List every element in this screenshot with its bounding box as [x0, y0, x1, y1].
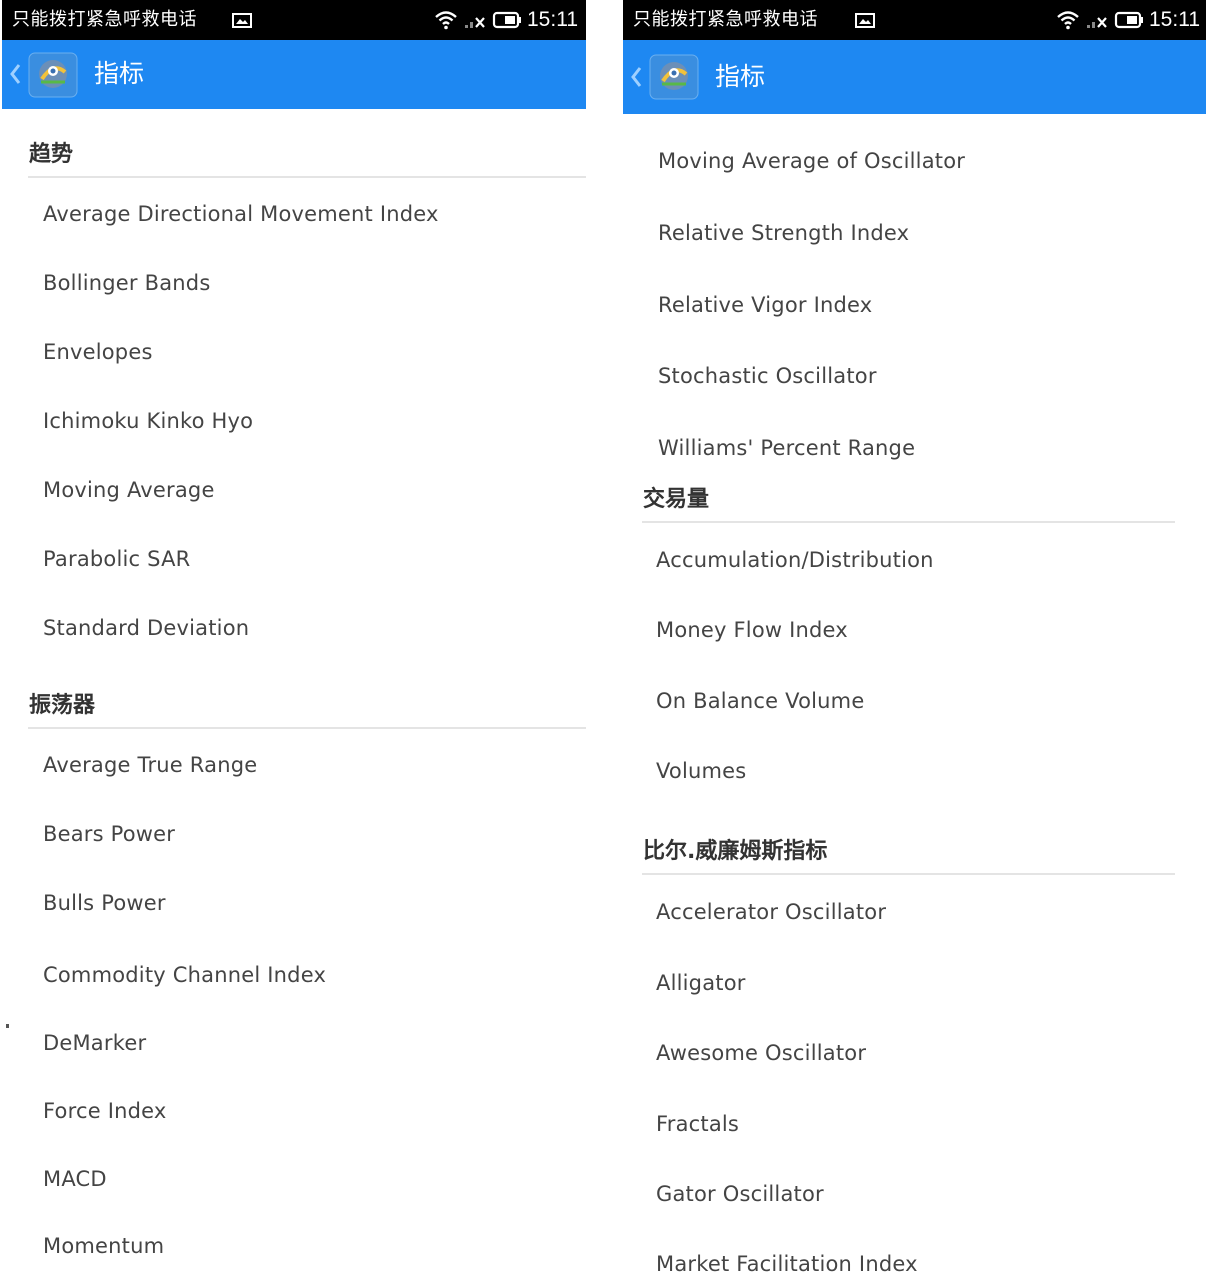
list-item[interactable]: Envelopes [43, 327, 586, 377]
list-item[interactable]: Force Index [43, 1086, 586, 1136]
list-item[interactable]: Bears Power [43, 809, 586, 859]
list-item-label: Market Facilitation Index [656, 1252, 918, 1276]
list-item-label: Accelerator Oscillator [656, 900, 887, 924]
carrier-text: 只能拨打紧急呼救电话 [12, 9, 197, 30]
list-item-label: Moving Average [43, 478, 215, 502]
list-item-label: Bollinger Bands [43, 271, 211, 295]
list-item[interactable]: Parabolic SAR [43, 534, 586, 584]
back-chevron-icon[interactable] [629, 65, 643, 89]
list-item[interactable]: On Balance Volume [656, 676, 1175, 726]
list-item[interactable]: Ichimoku Kinko Hyo [43, 396, 586, 446]
back-chevron-icon[interactable] [8, 62, 22, 86]
list-item[interactable]: Commodity Channel Index [43, 950, 586, 1000]
wifi-icon [435, 11, 457, 30]
metatrader-app-icon[interactable] [28, 52, 78, 98]
list-item-label: Moving Average of Oscillator [658, 149, 966, 173]
list-item-label: Bulls Power [43, 891, 166, 915]
battery-icon [1114, 11, 1143, 29]
list-item[interactable]: Money Flow Index [656, 605, 1175, 655]
list-item[interactable]: Awesome Oscillator [656, 1028, 1175, 1078]
list-item[interactable]: Market Facilitation Index [656, 1239, 1175, 1279]
list-item-label: Accumulation/Distribution [656, 548, 934, 572]
section-title: 比尔.威廉姆斯指标 [643, 839, 828, 864]
section-title: 振荡器 [29, 693, 96, 718]
list-item-label: On Balance Volume [656, 689, 865, 713]
list-item[interactable]: Stochastic Oscillator [658, 351, 1175, 401]
list-item-label: Relative Vigor Index [658, 293, 873, 317]
list-item[interactable]: Accumulation/Distribution [656, 535, 1175, 585]
list-item-label: MACD [43, 1167, 107, 1191]
wifi-icon [1057, 11, 1079, 30]
list-item[interactable]: Moving Average [43, 465, 586, 515]
list-item-label: Alligator [656, 971, 746, 995]
list-item[interactable]: Momentum [43, 1221, 586, 1271]
page-title: 指标 [94, 59, 145, 88]
list-item[interactable]: Gator Oscillator [656, 1169, 1175, 1219]
battery-icon [492, 11, 521, 29]
list-item[interactable]: Fractals [656, 1099, 1175, 1149]
signal-icon [1087, 17, 1107, 28]
list-item-label: Stochastic Oscillator [658, 364, 877, 388]
list-item[interactable]: Relative Strength Index [658, 208, 1175, 258]
list-item-label: Commodity Channel Index [43, 963, 327, 987]
section-title: 交易量 [643, 487, 710, 512]
list-item[interactable]: Bulls Power [43, 878, 586, 928]
status-icons: 15:11 [1056, 8, 1200, 32]
section-header: 趋势 [28, 138, 586, 178]
list-item-label: Average True Range [43, 753, 258, 777]
list-item-label: Momentum [43, 1234, 165, 1258]
status-bar: 只能拨打紧急呼救电话 15:11 [623, 0, 1206, 40]
list-item-label: Envelopes [43, 340, 153, 364]
section-title: 趋势 [29, 142, 74, 167]
list-item[interactable]: Relative Vigor Index [658, 280, 1175, 330]
image-icon [232, 13, 252, 28]
list-item[interactable]: MACD [43, 1154, 586, 1204]
section-header: 交易量 [642, 483, 1175, 523]
list-item-label: Ichimoku Kinko Hyo [43, 409, 254, 433]
section-header: 振荡器 [28, 689, 586, 729]
signal-icon [465, 17, 485, 28]
list-item-label: Standard Deviation [43, 616, 250, 640]
list-item[interactable]: Moving Average of Oscillator [658, 136, 1175, 186]
status-time: 15:11 [527, 8, 578, 31]
list-item-label: Money Flow Index [656, 618, 848, 642]
app-bar: 指标 [623, 40, 1206, 114]
list-item[interactable]: Bollinger Bands [43, 258, 586, 308]
list-item-label: Williams' Percent Range [658, 436, 916, 460]
image-icon [855, 13, 875, 28]
page-title: 指标 [715, 62, 766, 91]
app-bar: 指标 [2, 40, 586, 109]
list-item-label: Gator Oscillator [656, 1182, 824, 1206]
list-item-label: Force Index [43, 1099, 167, 1123]
list-item-label: Relative Strength Index [658, 221, 910, 245]
stray-mark [6, 1024, 9, 1028]
list-item-label: Average Directional Movement Index [43, 202, 439, 226]
list-item[interactable]: Average Directional Movement Index [43, 189, 586, 239]
screen-left: 只能拨打紧急呼救电话 15:11 指标 趋势 Average Direction… [2, 0, 586, 1279]
list-item[interactable]: DeMarker [43, 1018, 586, 1068]
list-item[interactable]: Standard Deviation [43, 603, 586, 653]
carrier-text: 只能拨打紧急呼救电话 [633, 9, 818, 30]
list-item-label: Awesome Oscillator [656, 1041, 867, 1065]
screen-right: 只能拨打紧急呼救电话 15:11 指标 Moving Average of Os… [623, 0, 1206, 1279]
list-item[interactable]: Accelerator Oscillator [656, 887, 1175, 937]
list-item-label: Bears Power [43, 822, 176, 846]
status-time: 15:11 [1149, 8, 1200, 31]
list-item[interactable]: Alligator [656, 958, 1175, 1008]
section-header: 比尔.威廉姆斯指标 [642, 835, 1175, 875]
metatrader-app-icon[interactable] [649, 54, 699, 100]
list-item[interactable]: Average True Range [43, 740, 586, 790]
status-icons: 15:11 [434, 8, 578, 32]
list-item-label: DeMarker [43, 1031, 147, 1055]
list-item[interactable]: Williams' Percent Range [658, 423, 1175, 473]
list-item-label: Volumes [656, 759, 747, 783]
list-item[interactable]: Volumes [656, 746, 1175, 796]
status-bar: 只能拨打紧急呼救电话 15:11 [2, 0, 586, 40]
list-item-label: Fractals [656, 1112, 740, 1136]
list-item-label: Parabolic SAR [43, 547, 191, 571]
